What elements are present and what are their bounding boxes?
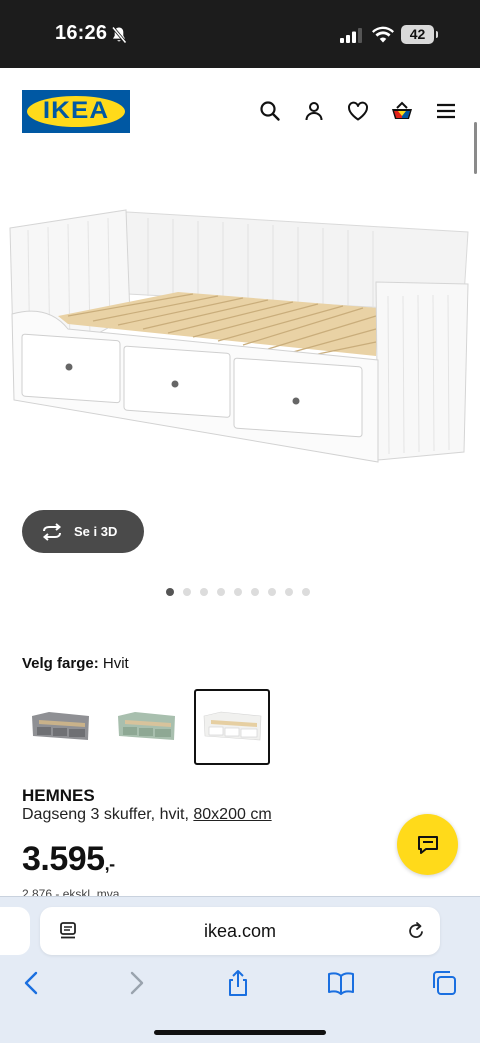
view-3d-label: Se i 3D <box>74 524 118 539</box>
swatch-green[interactable] <box>108 689 184 765</box>
product-size-link[interactable]: 80x200 cm <box>193 806 271 823</box>
previous-tab-preview[interactable] <box>0 907 30 955</box>
gallery-dot[interactable] <box>200 588 208 596</box>
price-suffix: ,- <box>104 854 116 874</box>
reload-icon[interactable] <box>406 920 426 942</box>
signal-icon <box>340 28 362 43</box>
gallery-dot[interactable] <box>183 588 191 596</box>
back-icon[interactable] <box>18 969 46 997</box>
basket-icon[interactable] <box>390 99 414 123</box>
swatch-grey[interactable] <box>22 689 98 765</box>
color-label-prefix: Velg farge: <box>22 655 99 672</box>
chat-icon <box>417 835 438 854</box>
product-name: HEMNES <box>22 786 95 805</box>
gallery-pagination <box>166 588 310 596</box>
browser-toolbar: ikea.com <box>0 896 480 1043</box>
site-header: IKEA <box>0 68 480 154</box>
color-swatches <box>22 689 270 765</box>
forward-icon[interactable] <box>122 969 150 997</box>
daybed-white-thumbnail <box>203 711 262 741</box>
swatch-white[interactable] <box>194 689 270 765</box>
status-bar: 16:26 42 <box>0 0 480 68</box>
profile-icon[interactable] <box>302 99 326 123</box>
view-3d-button[interactable]: Se i 3D <box>22 510 144 553</box>
price-value: 3.595 <box>22 840 105 878</box>
home-indicator <box>154 1030 326 1035</box>
bookmarks-icon[interactable] <box>327 969 355 997</box>
product-image-daybed[interactable] <box>8 204 472 474</box>
gallery-dot[interactable] <box>302 588 310 596</box>
daybed-green-thumbnail <box>118 712 175 740</box>
tabs-icon[interactable] <box>430 969 458 997</box>
heart-icon[interactable] <box>346 99 370 123</box>
url-text: ikea.com <box>203 921 277 941</box>
product-description: Dagseng 3 skuffer, hvit, 80x200 cm <box>22 806 272 824</box>
product-price: 3.595,- <box>22 840 115 879</box>
browser-nav <box>0 969 480 999</box>
bell-muted-icon <box>111 26 127 44</box>
product-description-text: Dagseng 3 skuffer, hvit, <box>22 806 189 823</box>
wifi-icon <box>372 26 394 43</box>
gallery-dot[interactable] <box>217 588 225 596</box>
logo-text: IKEA <box>42 97 110 124</box>
address-bar[interactable]: ikea.com <box>40 907 440 955</box>
search-icon[interactable] <box>258 99 282 123</box>
gallery-dot[interactable] <box>285 588 293 596</box>
battery-indicator: 42 <box>401 25 438 44</box>
daybed-grey-thumbnail <box>32 712 89 740</box>
product-gallery: Se i 3D <box>0 154 480 596</box>
gallery-dot[interactable] <box>234 588 242 596</box>
gallery-dot[interactable] <box>166 588 174 596</box>
rotate-3d-icon <box>42 522 62 541</box>
header-actions <box>258 99 458 123</box>
gallery-dot[interactable] <box>268 588 276 596</box>
chat-button[interactable] <box>397 814 458 875</box>
color-selection-label: Velg farge: Hvit <box>22 655 129 672</box>
ikea-logo[interactable]: IKEA <box>22 90 130 133</box>
share-icon[interactable] <box>224 969 252 997</box>
color-value: Hvit <box>102 655 129 672</box>
gallery-dot[interactable] <box>251 588 259 596</box>
menu-icon[interactable] <box>434 99 458 123</box>
status-time: 16:26 <box>55 22 108 44</box>
